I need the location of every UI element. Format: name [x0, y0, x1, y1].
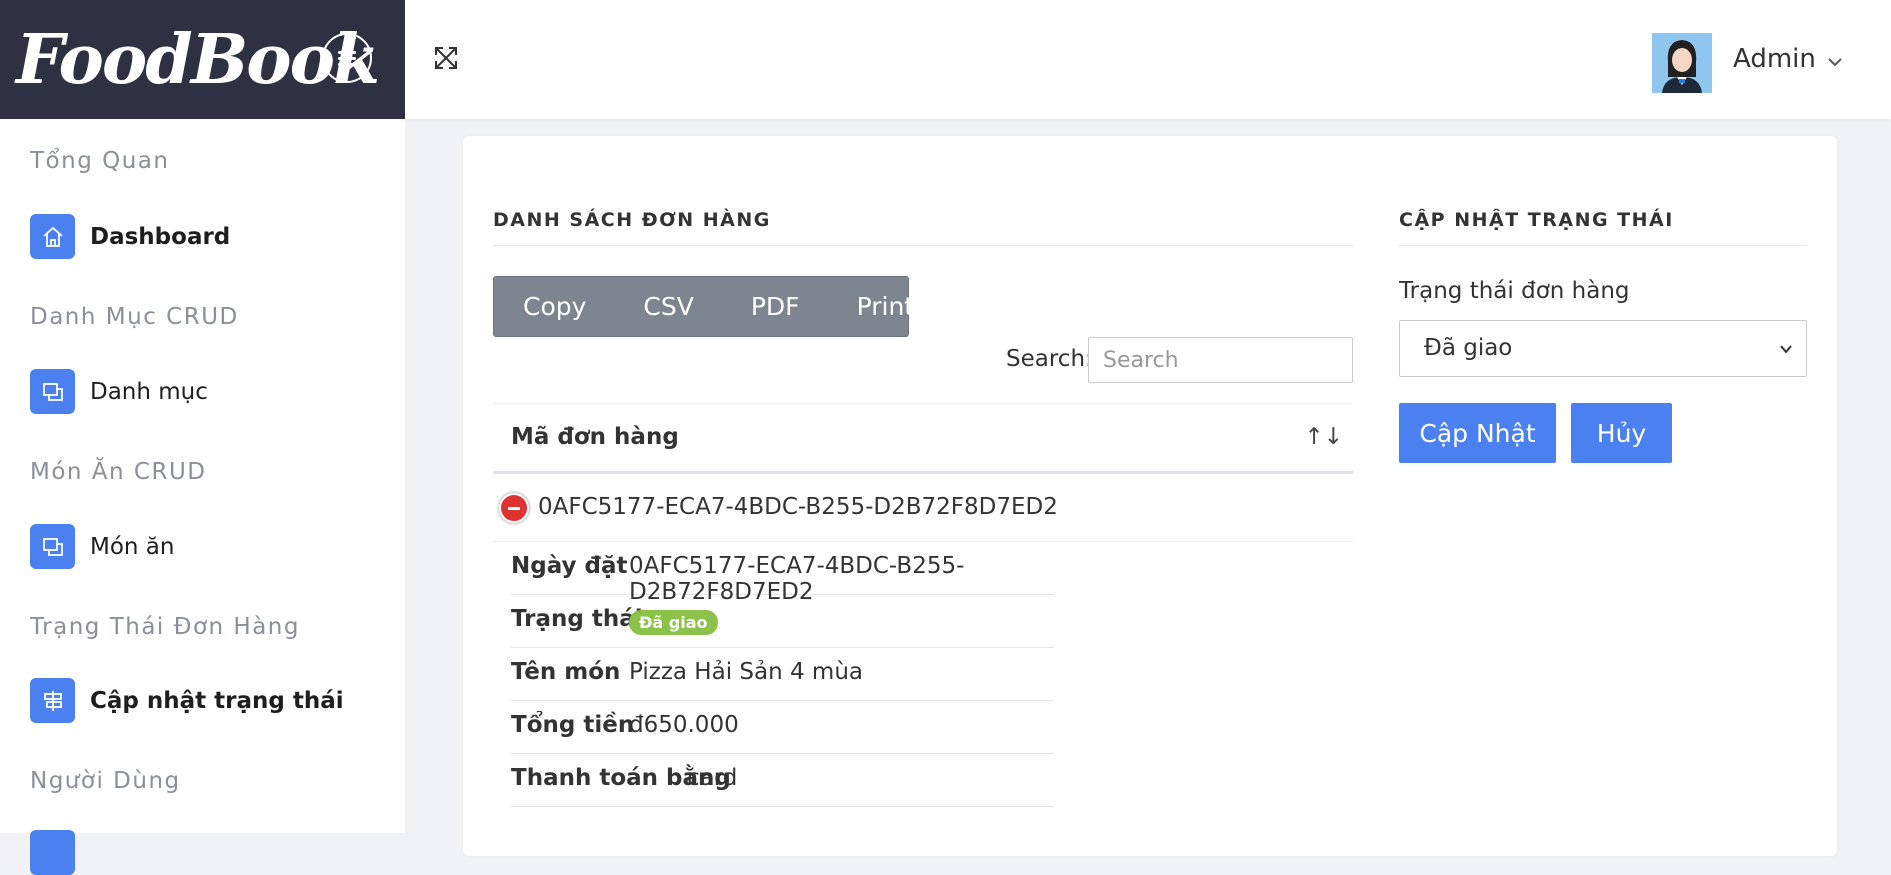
selected-value: Đã giao	[1424, 335, 1513, 361]
detail-label: Ngày đặt	[511, 553, 628, 579]
avatar[interactable]	[1652, 33, 1712, 93]
sidebar: FoodBook Tổng Quan Dashboard Danh Mục CR…	[0, 0, 405, 875]
copy-button[interactable]: Copy	[494, 292, 614, 321]
main-card: DANH SÁCH ĐƠN HÀNG Copy CSV PDF Print Se…	[463, 136, 1837, 856]
nav-section-users: Người Dùng	[30, 768, 181, 794]
orders-title: DANH SÁCH ĐƠN HÀNG	[493, 209, 771, 231]
table-header[interactable]: Mã đơn hàng ↑↓	[493, 403, 1353, 474]
nav-section-order-status: Trạng Thái Đơn Hàng	[30, 614, 300, 640]
windows-icon	[30, 524, 75, 569]
nav-section-food: Món Ăn CRUD	[30, 459, 207, 485]
order-id: 0AFC5177-ECA7-4BDC-B255-D2B72F8D7ED2	[538, 494, 1058, 520]
sidebar-item-food[interactable]: Món ăn	[30, 524, 174, 569]
detail-label: Tổng tiền	[511, 712, 635, 738]
chevron-down-icon	[1780, 345, 1792, 354]
hamburger-icon	[338, 48, 356, 69]
detail-row-payment: Thanh toán bằng card	[511, 753, 1054, 807]
sidebar-item-label: Cập nhật trạng thái	[90, 687, 344, 714]
detail-value: Pizza Hải Sản 4 mùa	[629, 659, 863, 685]
fullscreen-icon[interactable]	[433, 45, 459, 71]
nav-section-category: Danh Mục CRUD	[30, 304, 239, 330]
update-button[interactable]: Cập Nhật	[1399, 403, 1556, 463]
detail-label: Tên món	[511, 659, 621, 685]
sidebar-item-category[interactable]: Danh mục	[30, 369, 208, 414]
brand-header: FoodBook	[0, 0, 405, 119]
detail-row-total: Tổng tiền đ650.000	[511, 700, 1054, 754]
home-icon	[30, 214, 75, 259]
sidebar-item-label: Danh mục	[90, 378, 208, 405]
detail-value: đ650.000	[629, 712, 739, 738]
user-icon	[30, 830, 75, 875]
signpost-icon	[30, 678, 75, 723]
sort-icon[interactable]: ↑↓	[1304, 424, 1343, 450]
sidebar-item-label: Món ăn	[90, 533, 175, 560]
status-field-label: Trạng thái đơn hàng	[1399, 278, 1630, 304]
status-select[interactable]: Đã giao	[1399, 320, 1807, 377]
divider	[1399, 245, 1807, 246]
detail-label: Trạng thái	[511, 606, 643, 632]
windows-icon	[30, 369, 75, 414]
user-name[interactable]: Admin	[1733, 44, 1816, 74]
detail-row-dish: Tên món Pizza Hải Sản 4 mùa	[511, 647, 1054, 701]
sidebar-item-update-status[interactable]: Cập nhật trạng thái	[30, 678, 344, 723]
chevron-down-icon[interactable]	[1825, 52, 1845, 72]
export-button-group: Copy CSV PDF Print	[493, 276, 914, 337]
column-header-order-id: Mã đơn hàng	[511, 424, 679, 450]
sidebar-item-dashboard[interactable]: Dashboard	[30, 214, 230, 259]
nav-section-overview: Tổng Quan	[30, 148, 170, 174]
status-badge: Đã giao	[629, 610, 718, 635]
sidebar-item-users[interactable]	[30, 830, 90, 875]
cancel-button[interactable]: Hủy	[1571, 403, 1672, 463]
print-button[interactable]: Print	[828, 292, 943, 321]
sidebar-item-label: Dashboard	[90, 223, 231, 250]
update-status-title: CẬP NHẬT TRẠNG THÁI	[1399, 209, 1674, 231]
search-input[interactable]	[1088, 337, 1353, 383]
detail-row-date: Ngày đặt 0AFC5177-ECA7-4BDC-B255-D2B72F8…	[511, 541, 1054, 605]
divider	[493, 245, 1353, 246]
menu-toggle-button[interactable]	[322, 33, 372, 83]
search-label: Search:	[1006, 346, 1093, 372]
detail-value: card	[687, 765, 738, 791]
collapse-icon[interactable]	[499, 493, 529, 523]
csv-button[interactable]: CSV	[614, 292, 721, 321]
detail-row-status: Trạng thái Đã giao	[511, 594, 1054, 648]
table-row[interactable]: 0AFC5177-ECA7-4BDC-B255-D2B72F8D7ED2	[493, 474, 1353, 542]
topbar: Admin	[405, 0, 1891, 119]
pdf-button[interactable]: PDF	[722, 292, 828, 321]
